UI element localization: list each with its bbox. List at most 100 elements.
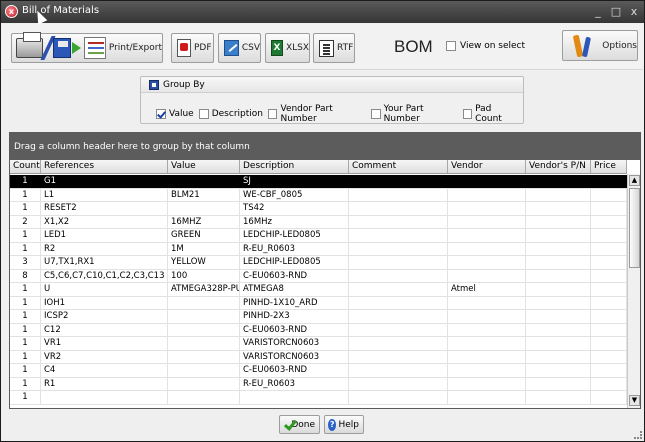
cell-price[interactable] [591, 377, 627, 390]
cell-references[interactable] [41, 391, 168, 404]
cell-description[interactable]: WE-CBF_0805 [240, 188, 349, 201]
cell-vendor-pn[interactable] [526, 391, 591, 404]
cell-value[interactable]: GREEN [168, 229, 240, 242]
cell-comment[interactable] [349, 391, 448, 404]
cell-vendor[interactable] [448, 391, 526, 404]
table-row[interactable]: 1 VR2 VARISTORCN0603 [10, 350, 627, 364]
cell-vendor[interactable] [448, 242, 526, 255]
cell-value[interactable] [168, 391, 240, 404]
column-header-description[interactable]: Description [240, 160, 349, 173]
column-header-references[interactable]: References [41, 160, 168, 173]
cell-description[interactable]: C-EU0603-RND [240, 323, 349, 336]
cell-vendor[interactable] [448, 256, 526, 269]
cell-comment[interactable] [349, 215, 448, 228]
cell-comment[interactable] [349, 377, 448, 390]
cell-price[interactable] [591, 215, 627, 228]
group-by-pad-count-checkbox[interactable] [462, 109, 473, 119]
table-row[interactable]: 1 IOH1 PINHD-1X10_ARD [10, 296, 627, 310]
cell-references[interactable]: U [41, 283, 168, 296]
cell-price[interactable] [591, 242, 627, 255]
scrollbar-thumb[interactable] [629, 188, 640, 268]
cell-price[interactable] [591, 337, 627, 350]
cell-vendor-pn[interactable] [526, 296, 591, 309]
cell-comment[interactable] [349, 269, 448, 282]
maximize-button[interactable]: □ [609, 5, 623, 19]
cell-comment[interactable] [349, 350, 448, 363]
cell-value[interactable]: 100 [168, 269, 240, 282]
column-header-vendor[interactable]: Vendor [448, 160, 526, 173]
cell-value[interactable] [168, 377, 240, 390]
cell-value[interactable]: YELLOW [168, 256, 240, 269]
cell-vendor-pn[interactable] [526, 283, 591, 296]
title-bar[interactable]: x Bill of Materials _ □ x [1, 1, 644, 25]
cell-count[interactable]: 1 [10, 202, 41, 215]
view-on-select-checkbox[interactable] [446, 41, 456, 51]
cell-price[interactable] [591, 202, 627, 215]
cell-references[interactable]: C12 [41, 323, 168, 336]
cell-comment[interactable] [349, 364, 448, 377]
cell-references[interactable]: X1,X2 [41, 215, 168, 228]
cell-value[interactable] [168, 296, 240, 309]
cell-description[interactable]: C-EU0603-RND [240, 269, 349, 282]
cell-vendor[interactable] [448, 310, 526, 323]
cell-price[interactable] [591, 364, 627, 377]
cell-comment[interactable] [349, 202, 448, 215]
cell-value[interactable]: ATMEGA328P-PU [168, 283, 240, 296]
cell-description[interactable]: PINHD-1X10_ARD [240, 296, 349, 309]
cell-vendor[interactable] [448, 229, 526, 242]
cell-vendor[interactable] [448, 350, 526, 363]
cell-vendor[interactable] [448, 364, 526, 377]
cell-vendor-pn[interactable] [526, 229, 591, 242]
cell-price[interactable] [591, 391, 627, 404]
table-row[interactable]: 8 C5,C6,C7,C10,C1,C2,C3,C13 100 C-EU0603-RN… [10, 269, 627, 283]
group-by-description-checkbox[interactable] [198, 109, 209, 119]
column-header-count[interactable]: Count [10, 160, 41, 173]
cell-references[interactable]: R1 [41, 377, 168, 390]
cell-description[interactable]: 16MHz [240, 215, 349, 228]
cell-references[interactable]: LED1 [41, 229, 168, 242]
cell-count[interactable]: 1 [10, 391, 41, 404]
scroll-up-icon[interactable]: ▲ [629, 175, 640, 186]
cell-vendor[interactable] [448, 175, 526, 188]
table-row[interactable]: 1 U ATMEGA328P-PU ATMEGA8 Atmel [10, 283, 627, 297]
cell-vendor-pn[interactable] [526, 337, 591, 350]
cell-vendor-pn[interactable] [526, 256, 591, 269]
rtf-button[interactable]: RTF [313, 33, 355, 63]
cell-price[interactable] [591, 256, 627, 269]
cell-vendor-pn[interactable] [526, 310, 591, 323]
table-row[interactable]: 1 LED1 GREEN LEDCHIP-LED0805 [10, 229, 627, 243]
group-by-pad-count-option[interactable]: Pad Count [462, 104, 518, 124]
group-drop-area[interactable]: Drag a column header here to group by th… [10, 133, 640, 160]
cell-vendor-pn[interactable] [526, 215, 591, 228]
cell-count[interactable]: 1 [10, 310, 41, 323]
column-header-vendor-pn[interactable]: Vendor's P/N [526, 160, 591, 173]
cell-price[interactable] [591, 296, 627, 309]
csv-button[interactable]: CSV [218, 33, 261, 63]
cell-vendor[interactable] [448, 296, 526, 309]
cell-vendor-pn[interactable] [526, 175, 591, 188]
cell-references[interactable]: ICSP2 [41, 310, 168, 323]
cell-price[interactable] [591, 188, 627, 201]
cell-description[interactable]: LEDCHIP-LED0805 [240, 229, 349, 242]
group-by-your-part-number-checkbox[interactable] [371, 109, 381, 119]
table-row[interactable]: 1 C12 C-EU0603-RND [10, 323, 627, 337]
table-row[interactable]: 1 C4 C-EU0603-RND [10, 364, 627, 378]
cell-vendor[interactable] [448, 215, 526, 228]
done-button[interactable]: Done [279, 415, 320, 434]
column-header-comment[interactable]: Comment [349, 160, 448, 173]
cell-count[interactable]: 1 [10, 242, 41, 255]
group-by-value-checkbox[interactable] [156, 109, 166, 119]
group-by-your-part-number-option[interactable]: Your Part Number [371, 104, 457, 124]
cell-references[interactable]: RESET2 [41, 202, 168, 215]
cell-comment[interactable] [349, 323, 448, 336]
cell-comment[interactable] [349, 188, 448, 201]
cell-vendor[interactable] [448, 337, 526, 350]
pdf-button[interactable]: PDF [171, 33, 214, 63]
cell-count[interactable]: 1 [10, 296, 41, 309]
cell-vendor[interactable] [448, 188, 526, 201]
cell-count[interactable]: 1 [10, 337, 41, 350]
table-row[interactable]: 3 U7,TX1,RX1 YELLOW LEDCHIP-LED0805 [10, 256, 627, 270]
cell-price[interactable] [591, 310, 627, 323]
group-by-value-option[interactable]: Value [156, 109, 194, 119]
cell-vendor[interactable] [448, 377, 526, 390]
